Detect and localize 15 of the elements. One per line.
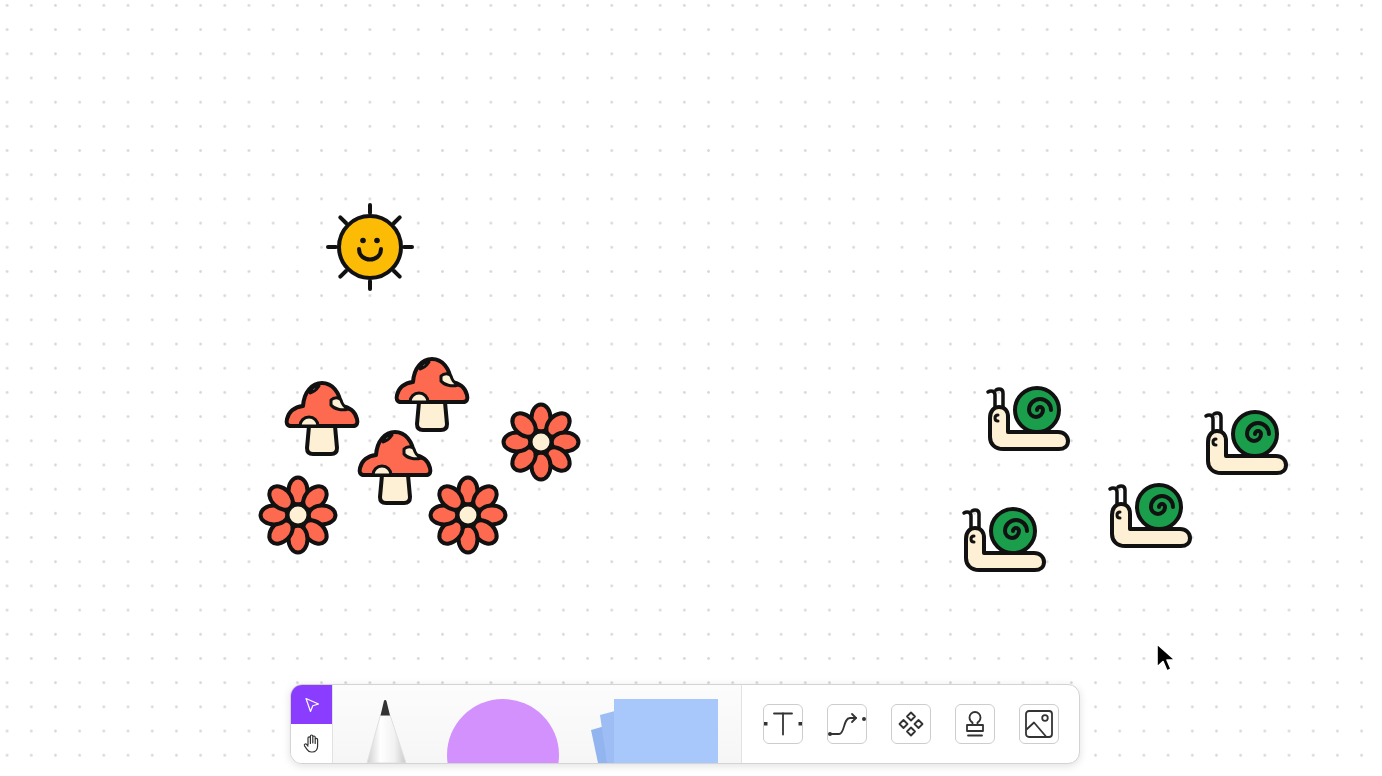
pen-tool-button[interactable] [363,699,409,763]
text-tool-button[interactable] [763,704,803,744]
hand-tool-button[interactable] [291,724,332,763]
stamp-icon [965,711,985,737]
components-tool-button[interactable] [891,704,931,744]
four-diamonds-icon [898,711,924,737]
connector-tool-button[interactable] [827,704,867,744]
cursor-arrow-icon [303,696,320,713]
curved-arrow-icon [828,711,866,737]
image-tool-button[interactable] [1019,704,1059,744]
picture-icon [1025,710,1053,738]
text-box-icon [764,712,802,736]
select-tool-button[interactable] [291,685,332,724]
hand-icon [302,734,321,753]
stamp-tool-button[interactable] [955,704,995,744]
